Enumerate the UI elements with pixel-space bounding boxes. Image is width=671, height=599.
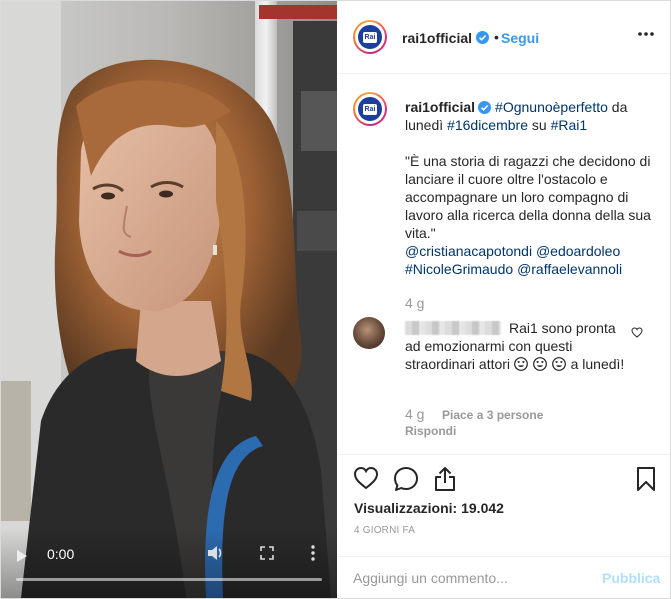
mention-cristianacapotondi[interactable]: @cristianacapotondi <box>405 243 532 259</box>
fullscreen-icon[interactable] <box>260 546 274 560</box>
comments-list[interactable]: Rai rai1official #Ognunoèperfetto da lune… <box>338 74 670 454</box>
mention-edoardoleo[interactable]: @edoardoleo <box>536 243 620 259</box>
caption-time[interactable]: 4 g <box>405 295 424 311</box>
video-controls: 0:00 <box>1 528 337 598</box>
post-panel: Rai rai1official • Segui Rai rai1officia… <box>338 1 670 598</box>
volume-icon[interactable] <box>207 545 225 561</box>
share-icon[interactable] <box>433 466 457 492</box>
rai-logo: Rai <box>363 103 377 115</box>
verified-badge-icon <box>478 101 492 114</box>
heart-eyes-emoji-icon <box>551 357 566 371</box>
commenter-avatar[interactable] <box>353 317 385 349</box>
comment-like-heart-icon[interactable] <box>631 327 643 338</box>
play-icon[interactable] <box>17 550 27 562</box>
commenter-username-blurred[interactable] <box>405 321 501 335</box>
account-username[interactable]: rai1official <box>402 30 472 46</box>
video-time: 0:00 <box>47 546 75 562</box>
account-avatar[interactable]: Rai <box>353 20 387 54</box>
bookmark-icon[interactable] <box>636 466 656 492</box>
more-vertical-icon[interactable] <box>311 545 315 561</box>
publish-button[interactable]: Pubblica <box>602 570 660 586</box>
views-label: Visualizzazioni: <box>354 500 458 516</box>
views-value: 19.042 <box>461 500 504 516</box>
mention-raffaelevannoli[interactable]: @raffaelevannoli <box>517 261 622 277</box>
caption-text: rai1official #Ognunoèperfetto da lunedì #… <box>405 98 655 278</box>
comment-time[interactable]: 4 g <box>405 406 424 422</box>
post-actions: Visualizzazioni: 19.042 4 GIORNI FA <box>338 454 670 560</box>
comment-input[interactable] <box>353 569 583 587</box>
verified-badge-icon <box>476 31 489 44</box>
heart-eyes-emoji-icon <box>514 357 528 371</box>
hashtag-rai1[interactable]: #Rai1 <box>551 117 588 133</box>
caption-avatar[interactable]: Rai <box>353 92 387 126</box>
video-frame <box>1 1 337 598</box>
comment-icon[interactable] <box>393 466 419 492</box>
add-comment-bar: Pubblica <box>338 556 670 598</box>
caption-mentions: @cristianacapotondi @edoardoleo #NicoleG… <box>405 242 655 278</box>
rai-logo: Rai <box>363 31 377 43</box>
comment-likes[interactable]: Piace a 3 persone <box>442 408 543 422</box>
comment-body-end: a lunedì! <box>570 356 625 372</box>
views-count: Visualizzazioni: 19.042 <box>354 500 504 516</box>
post-date[interactable]: 4 GIORNI FA <box>354 525 415 536</box>
separator-dot: • <box>494 29 499 45</box>
caption-quote: "È una storia di ragazzi che decidono di… <box>405 153 651 241</box>
hashtag-16dicembre[interactable]: #16dicembre <box>447 117 528 133</box>
reply-button[interactable]: Rispondi <box>405 424 456 438</box>
heart-icon[interactable] <box>353 466 379 490</box>
more-horizontal-icon[interactable] <box>638 32 654 36</box>
video-progress-bar[interactable] <box>16 578 322 581</box>
hashtag-ognunoeperfetto[interactable]: #Ognunoèperfetto <box>495 99 608 115</box>
post-header: Rai rai1official • Segui <box>338 1 670 74</box>
caption-text-2: su <box>527 117 551 133</box>
heart-eyes-emoji-icon <box>532 357 547 371</box>
caption-username[interactable]: rai1official <box>405 99 475 115</box>
comment-text: Rai1 sono pronta ad emozionarmi con ques… <box>405 319 625 373</box>
instagram-post: 0:00 Rai rai1official • Segui Rai rai1of… <box>0 0 671 599</box>
follow-button[interactable]: Segui <box>501 30 539 46</box>
hashtag-nicolegrimaudo[interactable]: #NicoleGrimaudo <box>405 261 513 277</box>
video-player[interactable]: 0:00 <box>1 1 337 598</box>
